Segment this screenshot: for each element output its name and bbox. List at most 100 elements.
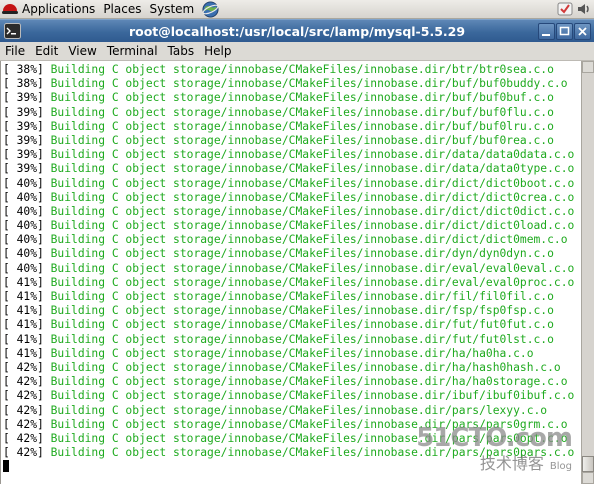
- maximize-icon: [559, 26, 570, 36]
- terminal-line: [ 39%] Building C object storage/innobas…: [3, 162, 574, 176]
- update-notifier-icon[interactable]: [557, 1, 573, 17]
- build-percent: [ 39%]: [3, 148, 44, 162]
- build-percent: [ 41%]: [3, 304, 44, 318]
- build-percent: [ 41%]: [3, 290, 44, 303]
- build-message: Building C object storage/innobase/CMake…: [43, 417, 568, 431]
- build-message: Building C object storage/innobase/CMake…: [43, 190, 575, 204]
- terminal-line: [ 42%] Building C object storage/innobas…: [3, 375, 574, 389]
- menu-edit[interactable]: Edit: [31, 44, 64, 58]
- terminal-line: [ 38%] Building C object storage/innobas…: [3, 77, 574, 91]
- window-controls: [538, 23, 591, 40]
- terminal-line: [ 40%] Building C object storage/innobas…: [3, 205, 574, 219]
- terminal-line: [ 41%] Building C object storage/innobas…: [3, 304, 574, 318]
- build-percent: [ 42%]: [3, 403, 44, 417]
- terminal-line: [ 38%] Building C object storage/innobas…: [3, 63, 574, 77]
- terminal-line: [ 39%] Building C object storage/innobas…: [3, 148, 574, 162]
- applications-menu-label: Applications: [22, 2, 96, 16]
- terminal-line: [ 39%] Building C object storage/innobas…: [3, 134, 574, 148]
- terminal-output[interactable]: [ 38%] Building C object storage/innobas…: [0, 61, 594, 484]
- build-percent: [ 40%]: [3, 233, 44, 247]
- build-percent: [ 41%]: [3, 346, 44, 360]
- build-percent: [ 42%]: [3, 417, 44, 431]
- menu-tabs[interactable]: Tabs: [164, 44, 201, 58]
- build-percent: [ 42%]: [3, 431, 44, 445]
- build-percent: [ 40%]: [3, 204, 44, 218]
- build-message: Building C object storage/innobase/CMake…: [43, 318, 554, 332]
- build-message: Building C object storage/innobase/CMake…: [43, 105, 554, 119]
- build-percent: [ 40%]: [3, 219, 44, 233]
- terminal-line: [ 42%] Building C object storage/innobas…: [3, 389, 574, 403]
- build-percent: [ 39%]: [3, 119, 44, 133]
- build-percent: [ 42%]: [3, 446, 44, 460]
- terminal-line: [ 41%] Building C object storage/innobas…: [3, 318, 574, 332]
- build-percent: [ 41%]: [3, 332, 44, 346]
- menubar: File Edit View Terminal Tabs Help: [0, 42, 594, 61]
- build-message: Building C object storage/innobase/CMake…: [43, 275, 575, 289]
- build-message: Building C object storage/innobase/CMake…: [43, 446, 575, 460]
- text-cursor: [3, 460, 9, 473]
- close-button[interactable]: [574, 23, 591, 40]
- close-icon: [578, 27, 587, 36]
- minimize-button[interactable]: [538, 23, 555, 40]
- terminal-line: [ 40%] Building C object storage/innobas…: [3, 262, 574, 276]
- terminal-line: [ 40%] Building C object storage/innobas…: [3, 233, 574, 247]
- terminal-line: [ 40%] Building C object storage/innobas…: [3, 219, 574, 233]
- build-message: Building C object storage/innobase/CMake…: [43, 304, 554, 318]
- build-message: Building C object storage/innobase/CMake…: [43, 176, 575, 190]
- terminal-line: [ 39%] Building C object storage/innobas…: [3, 91, 574, 105]
- scrollbar-thumb[interactable]: [582, 456, 594, 472]
- vertical-scrollbar[interactable]: [581, 61, 594, 484]
- maximize-button[interactable]: [556, 23, 573, 40]
- scroll-up-button[interactable]: [582, 61, 594, 73]
- applications-menu[interactable]: Applications: [0, 0, 100, 19]
- build-message: Building C object storage/innobase/CMake…: [43, 148, 575, 162]
- build-percent: [ 39%]: [3, 91, 44, 105]
- menu-file[interactable]: File: [1, 44, 31, 58]
- build-message: Building C object storage/innobase/CMake…: [43, 389, 575, 403]
- system-menu[interactable]: System: [146, 0, 199, 19]
- build-message: Building C object storage/innobase/CMake…: [43, 204, 575, 218]
- build-percent: [ 42%]: [3, 375, 44, 389]
- terminal-lines: [ 38%] Building C object storage/innobas…: [3, 63, 574, 474]
- build-message: Building C object storage/innobase/CMake…: [43, 261, 575, 275]
- menu-view[interactable]: View: [64, 44, 102, 58]
- terminal-line: [ 41%] Building C object storage/innobas…: [3, 347, 574, 361]
- prompt-line[interactable]: [3, 460, 574, 474]
- menu-terminal[interactable]: Terminal: [103, 44, 164, 58]
- build-message: Building C object storage/innobase/CMake…: [43, 332, 554, 346]
- redhat-logo-icon: [2, 2, 18, 16]
- web-browser-launcher-icon[interactable]: [202, 0, 219, 18]
- terminal-line: [ 42%] Building C object storage/innobas…: [3, 361, 574, 375]
- minimize-icon: [542, 34, 550, 36]
- build-percent: [ 41%]: [3, 318, 44, 332]
- build-message: Building C object storage/innobase/CMake…: [43, 91, 554, 105]
- build-message: Building C object storage/innobase/CMake…: [43, 219, 575, 233]
- terminal-line: [ 41%] Building C object storage/innobas…: [3, 276, 574, 290]
- terminal-line: [ 39%] Building C object storage/innobas…: [3, 106, 574, 120]
- build-message: Building C object storage/innobase/CMake…: [43, 290, 554, 303]
- terminal-line: [ 40%] Building C object storage/innobas…: [3, 247, 574, 261]
- build-percent: [ 40%]: [3, 261, 44, 275]
- terminal-line: [ 39%] Building C object storage/innobas…: [3, 120, 574, 134]
- build-message: Building C object storage/innobase/CMake…: [43, 162, 575, 176]
- build-message: Building C object storage/innobase/CMake…: [43, 247, 554, 261]
- build-percent: [ 40%]: [3, 176, 44, 190]
- build-percent: [ 39%]: [3, 162, 44, 176]
- places-menu[interactable]: Places: [100, 0, 146, 19]
- build-message: Building C object storage/innobase/CMake…: [43, 360, 561, 374]
- system-menu-label: System: [149, 2, 195, 16]
- top-panel: Applications Places System: [0, 0, 594, 19]
- volume-icon[interactable]: [576, 1, 592, 17]
- terminal-app-icon[interactable]: [4, 23, 21, 39]
- build-percent: [ 41%]: [3, 275, 44, 289]
- build-message: Building C object storage/innobase/CMake…: [43, 77, 568, 91]
- build-percent: [ 38%]: [3, 63, 44, 76]
- menu-help[interactable]: Help: [200, 44, 237, 58]
- terminal-line: [ 42%] Building C object storage/innobas…: [3, 446, 574, 460]
- scroll-down-button[interactable]: [582, 472, 594, 484]
- build-percent: [ 39%]: [3, 133, 44, 147]
- build-message: Building C object storage/innobase/CMake…: [43, 375, 568, 389]
- build-message: Building C object storage/innobase/CMake…: [43, 63, 554, 76]
- build-percent: [ 40%]: [3, 247, 44, 261]
- window-titlebar[interactable]: root@localhost:/usr/local/src/lamp/mysql…: [0, 19, 594, 42]
